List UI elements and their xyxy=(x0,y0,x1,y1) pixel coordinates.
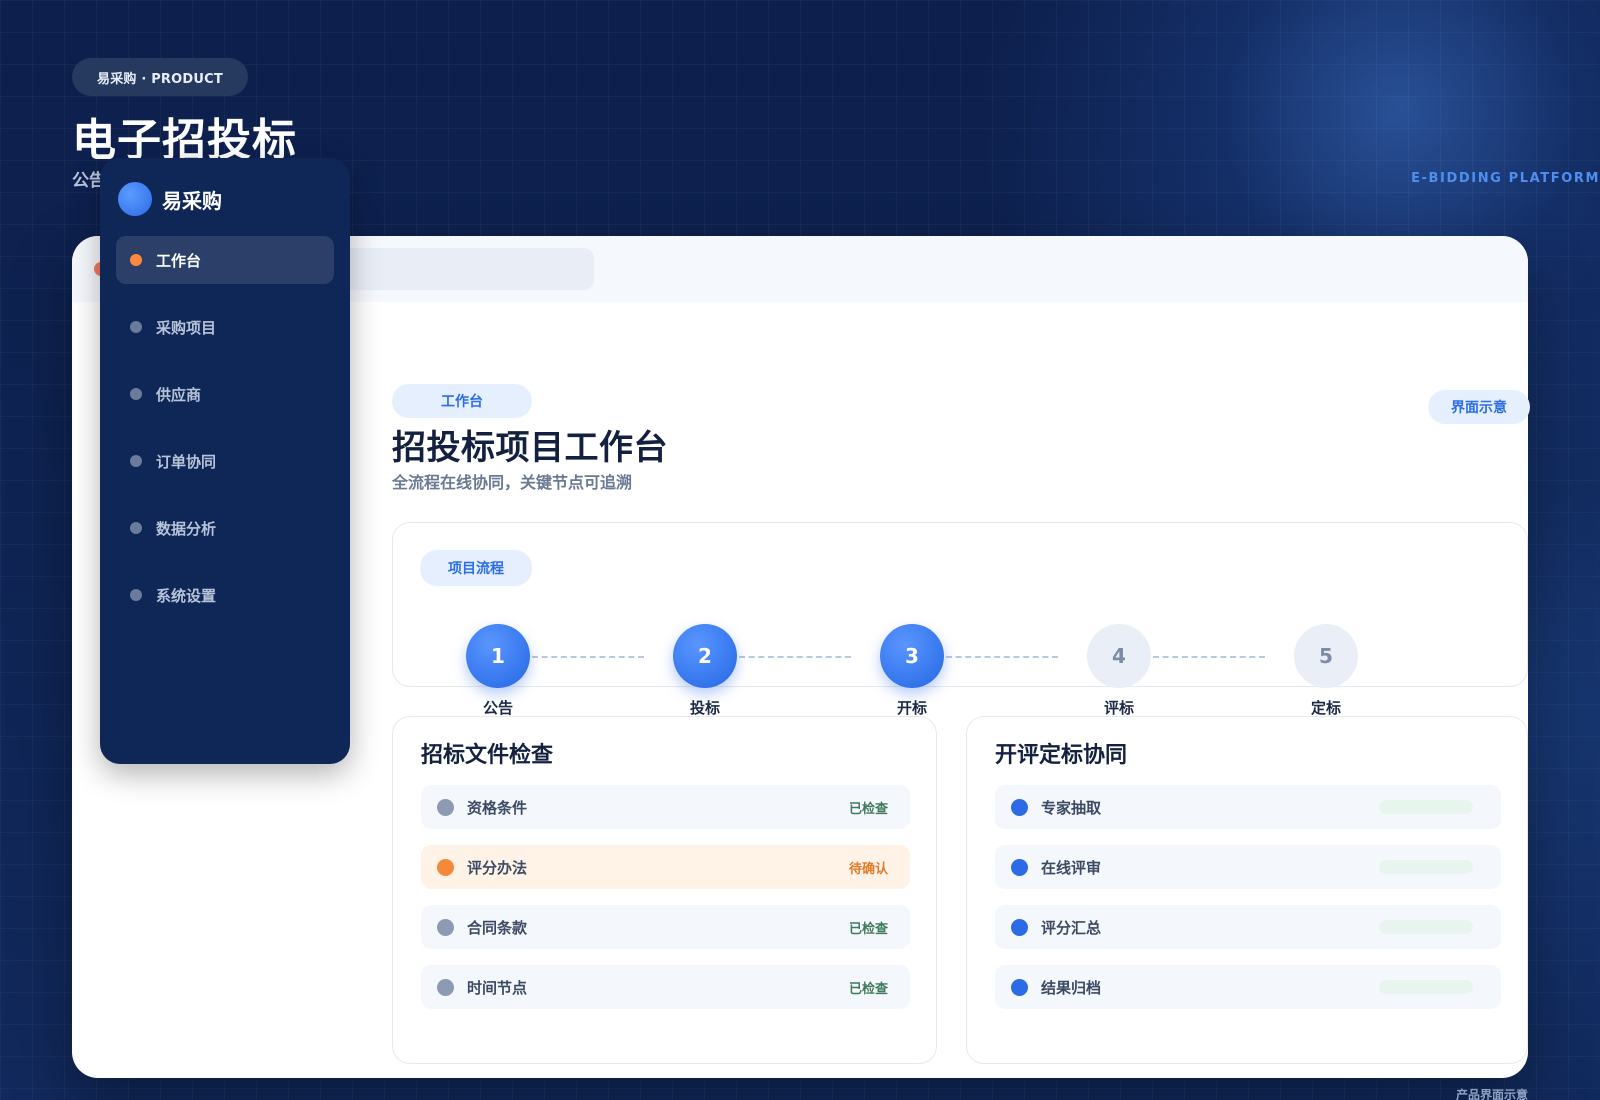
brand-logo-icon xyxy=(118,182,152,216)
sidebar-item-label: 订单协同 xyxy=(156,452,217,471)
status-dot-icon xyxy=(437,798,454,816)
sidebar-item-label: 供应商 xyxy=(156,385,202,404)
page-subtitle: 全流程在线协同，关键节点可追溯 xyxy=(392,473,633,492)
status-dot-icon xyxy=(1011,918,1028,936)
sidebar-item-label: 系统设置 xyxy=(156,586,217,605)
status-dot-icon xyxy=(1011,798,1028,816)
nav-dot-icon xyxy=(130,388,142,400)
sidebar-item-settings[interactable]: 系统设置 xyxy=(116,571,334,619)
sidebar-item-suppliers[interactable]: 供应商 xyxy=(116,370,334,418)
eval-row[interactable]: 评分汇总 xyxy=(995,905,1501,949)
step-1-circle[interactable]: 1 xyxy=(466,624,530,688)
brand[interactable]: 易采购 xyxy=(118,182,222,216)
progress-bar xyxy=(1379,860,1473,874)
eval-row-label: 在线评审 xyxy=(1041,858,1102,877)
check-row-status: 已检查 xyxy=(848,981,888,997)
nav-dot-icon xyxy=(130,321,142,333)
status-dot-icon xyxy=(437,858,454,876)
sidebar-item-label: 工作台 xyxy=(156,251,202,270)
progress-bar xyxy=(1379,980,1473,994)
demo-badge: 界面示意 xyxy=(1428,390,1530,424)
sidebar-item-procurement[interactable]: 采购项目 xyxy=(116,303,334,351)
sidebar-nav: 工作台 采购项目 供应商 订单协同 数据分析 系统设置 xyxy=(116,236,334,638)
check-row-status: 已检查 xyxy=(848,801,888,817)
status-dot-icon xyxy=(1011,978,1028,996)
brand-name: 易采购 xyxy=(162,188,222,213)
eval-row[interactable]: 在线评审 xyxy=(995,845,1501,889)
project-flow-card xyxy=(392,522,1528,687)
nav-dot-icon xyxy=(130,254,142,266)
step-2-circle[interactable]: 2 xyxy=(673,624,737,688)
check-row-label: 时间节点 xyxy=(467,978,528,997)
sidebar-item-analytics[interactable]: 数据分析 xyxy=(116,504,334,552)
section-pill: 工作台 xyxy=(392,384,532,418)
nav-dot-icon xyxy=(130,589,142,601)
nav-dot-icon xyxy=(130,455,142,467)
eval-row-label: 专家抽取 xyxy=(1041,798,1102,817)
footer-note: 产品界面示意 xyxy=(1455,1088,1528,1100)
check-row-status: 已检查 xyxy=(848,921,888,937)
status-dot-icon xyxy=(1011,858,1028,876)
check-row-label: 资格条件 xyxy=(467,798,528,817)
platform-label: E-BIDDING PLATFORM xyxy=(1411,171,1600,186)
eval-row[interactable]: 专家抽取 xyxy=(995,785,1501,829)
progress-bar xyxy=(1379,920,1473,934)
step-5-circle[interactable]: 5 xyxy=(1294,624,1358,688)
sidebar: 易采购 工作台 采购项目 供应商 订单协同 数据分析 系统设置 xyxy=(100,158,350,764)
progress-bar xyxy=(1379,800,1473,814)
sidebar-item-orders[interactable]: 订单协同 xyxy=(116,437,334,485)
panel-title: 招标文件检查 xyxy=(421,743,554,768)
evaluation-collab-panel: 开评定标协同 专家抽取 在线评审 评分汇总 结果归档 xyxy=(966,716,1528,1064)
sidebar-item-workbench[interactable]: 工作台 xyxy=(116,236,334,284)
nav-dot-icon xyxy=(130,522,142,534)
check-row-label: 合同条款 xyxy=(467,918,528,937)
check-row[interactable]: 时间节点 已检查 xyxy=(421,965,910,1009)
check-row[interactable]: 资格条件 已检查 xyxy=(421,785,910,829)
eval-row-label: 结果归档 xyxy=(1041,978,1102,997)
sidebar-item-label: 数据分析 xyxy=(156,519,217,538)
flow-pill: 项目流程 xyxy=(420,550,532,586)
check-row[interactable]: 评分办法 待确认 xyxy=(421,845,910,889)
panel-title: 开评定标协同 xyxy=(995,743,1128,768)
document-check-panel: 招标文件检查 资格条件 已检查 评分办法 待确认 合同条款 已检查 时间节点 已… xyxy=(392,716,937,1064)
check-row[interactable]: 合同条款 已检查 xyxy=(421,905,910,949)
status-dot-icon xyxy=(437,978,454,996)
step-3-circle[interactable]: 3 xyxy=(880,624,944,688)
sidebar-item-label: 采购项目 xyxy=(156,318,217,337)
check-row-label: 评分办法 xyxy=(467,858,528,877)
step-4-circle[interactable]: 4 xyxy=(1087,624,1151,688)
product-chip: 易采购 · PRODUCT xyxy=(72,58,248,96)
eval-row-label: 评分汇总 xyxy=(1041,918,1102,937)
check-row-status: 待确认 xyxy=(848,861,888,877)
eval-row[interactable]: 结果归档 xyxy=(995,965,1501,1009)
page-title: 招投标项目工作台 xyxy=(392,428,668,468)
status-dot-icon xyxy=(437,918,454,936)
